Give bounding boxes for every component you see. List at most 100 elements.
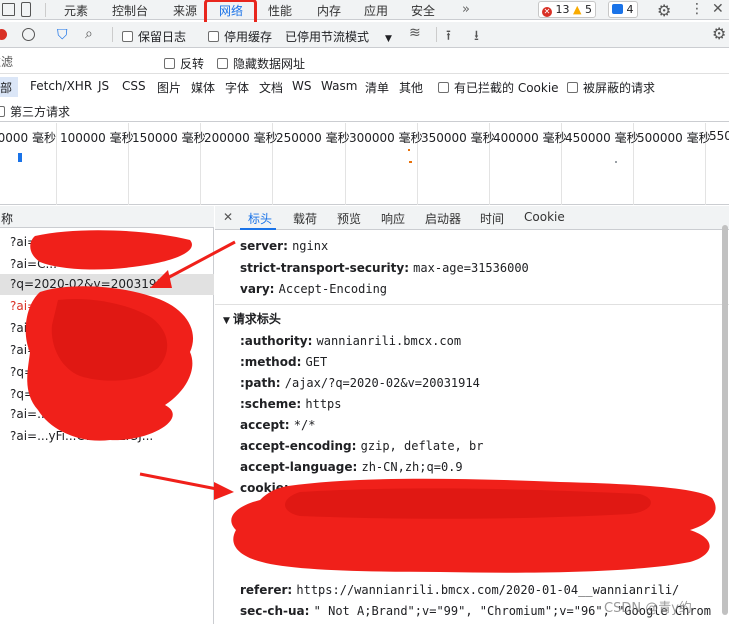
search-icon[interactable]: ⌕ bbox=[85, 26, 93, 42]
request-name: ?ai=... bbox=[10, 407, 49, 421]
request-row[interactable]: ?q=... bbox=[0, 384, 214, 405]
request-name: ?ai=C... bbox=[10, 299, 57, 313]
tab-sources[interactable]: 来源 bbox=[173, 2, 197, 19]
network-toolbar: ⛉ ⌕ 保留日志 停用缓存 已停用节流模式 ▼ ≋ ⭱ ⭳ ⚙ bbox=[0, 22, 729, 48]
record-icon[interactable] bbox=[0, 29, 7, 40]
request-header-row: cookie: bbox=[240, 481, 289, 495]
filter-input[interactable]: 过滤 bbox=[0, 53, 150, 71]
request-row[interactable]: ?ai=C... bbox=[0, 296, 214, 317]
tab-security[interactable]: 安全 bbox=[411, 2, 435, 19]
request-name: ?ai=...X2p... bbox=[10, 235, 84, 249]
tab-timing[interactable]: 时间 bbox=[480, 210, 504, 227]
type-filter-manifest[interactable]: 清单 bbox=[365, 79, 389, 96]
throttling-select[interactable]: 已停用节流模式 ▼ bbox=[285, 28, 392, 45]
timeline-gridline bbox=[56, 123, 57, 205]
type-filter-ws[interactable]: WS bbox=[292, 79, 311, 93]
inspect-element-icon[interactable] bbox=[2, 3, 15, 16]
third-party-checkbox[interactable]: 第三方请求 bbox=[0, 103, 70, 120]
clear-icon[interactable] bbox=[22, 28, 35, 41]
timeline-tick-label: 550 bbox=[709, 129, 729, 143]
tab-memory[interactable]: 内存 bbox=[317, 2, 341, 19]
request-row[interactable]: ?ai=C... bbox=[0, 254, 214, 275]
request-headers-section-toggle[interactable]: ▼ 请求标头 bbox=[223, 310, 281, 327]
error-count-badge[interactable]: ✕ 13 ▲ 5 bbox=[538, 1, 596, 18]
request-row[interactable]: ?ai=...X2p... bbox=[0, 232, 214, 253]
tab-initiator[interactable]: 启动器 bbox=[425, 210, 461, 227]
timeline-tick-label: 300000 毫秒 bbox=[349, 131, 423, 145]
tab-divider bbox=[45, 3, 46, 17]
request-name: ?ai=...yFi...Cwb8AEr3J... bbox=[10, 429, 154, 443]
type-filter-all[interactable]: 全部 bbox=[0, 79, 12, 96]
type-filter-js[interactable]: JS bbox=[98, 79, 109, 93]
type-filter-doc[interactable]: 文档 bbox=[259, 79, 283, 96]
blocked-cookies-label: 有已拦截的 Cookie bbox=[454, 81, 559, 95]
message-count-badge[interactable]: 4 bbox=[608, 1, 638, 18]
triangle-down-icon: ▼ bbox=[223, 316, 230, 326]
more-options-icon[interactable]: ⋮ bbox=[690, 1, 704, 17]
timeline-tick-label: 500000 毫秒 bbox=[637, 131, 711, 145]
tab-performance[interactable]: 性能 bbox=[268, 2, 292, 19]
type-filter-fetch-xhr[interactable]: Fetch/XHR bbox=[30, 79, 92, 93]
tab-response[interactable]: 响应 bbox=[381, 210, 405, 227]
request-header-row: accept-encoding: gzip, deflate, br bbox=[240, 439, 484, 453]
device-toolbar-icon[interactable] bbox=[21, 2, 31, 17]
details-tab-bar: ✕ 标头 载荷 预览 响应 启动器 时间 Cookie bbox=[215, 206, 729, 230]
network-settings-gear-icon[interactable]: ⚙ bbox=[712, 24, 726, 43]
throttling-label: 已停用节流模式 bbox=[285, 30, 370, 44]
request-name: ?ai=C... bbox=[10, 321, 57, 335]
request-row[interactable]: ?ai=...yFi...Cwb8AEr3J... bbox=[0, 426, 214, 447]
details-scrollbar[interactable] bbox=[722, 225, 728, 615]
request-row[interactable]: ?ai=...X2... bbox=[0, 340, 214, 361]
disable-cache-checkbox[interactable]: 停用缓存 bbox=[208, 28, 272, 45]
filter-icon[interactable]: ⛉ bbox=[57, 27, 68, 43]
type-filter-img[interactable]: 图片 bbox=[157, 79, 181, 96]
request-row[interactable]: ?q=2... bbox=[0, 362, 214, 383]
request-row[interactable]: ?ai=C... bbox=[0, 318, 214, 339]
preserve-log-checkbox[interactable]: 保留日志 bbox=[122, 28, 186, 45]
type-filter-font[interactable]: 字体 bbox=[225, 79, 249, 96]
blocked-cookies-checkbox[interactable]: 有已拦截的 Cookie bbox=[438, 79, 559, 96]
disable-cache-label: 停用缓存 bbox=[224, 30, 273, 44]
timeline-request-dot bbox=[409, 161, 412, 163]
request-row[interactable]: ?ai=... bbox=[0, 404, 214, 425]
more-tabs-icon[interactable]: » bbox=[462, 2, 470, 17]
close-details-icon[interactable]: ✕ bbox=[223, 210, 233, 224]
tab-cookies[interactable]: Cookie bbox=[524, 210, 565, 224]
export-har-icon[interactable]: ⭳ bbox=[474, 25, 479, 49]
section-divider bbox=[215, 304, 729, 305]
request-header-row: :path: /ajax/?q=2020-02&v=20031914 bbox=[240, 376, 480, 390]
timeline-request-bar bbox=[18, 153, 22, 162]
timeline-request-dot bbox=[408, 149, 410, 151]
filter-placeholder: 过滤 bbox=[0, 55, 14, 69]
tab-console[interactable]: 控制台 bbox=[112, 2, 148, 19]
warning-icon: ▲ bbox=[573, 3, 582, 16]
network-conditions-icon[interactable]: ≋ bbox=[409, 25, 421, 41]
request-list-header[interactable]: 名称 bbox=[0, 206, 214, 228]
tab-application[interactable]: 应用 bbox=[364, 2, 388, 19]
timeline-overview[interactable]: 50000 毫秒 100000 毫秒 150000 毫秒 200000 毫秒 2… bbox=[0, 123, 729, 205]
hide-data-urls-checkbox[interactable]: 隐藏数据网址 bbox=[217, 55, 305, 72]
tab-preview[interactable]: 预览 bbox=[337, 210, 361, 227]
type-filter-other[interactable]: 其他 bbox=[399, 79, 423, 96]
invert-checkbox[interactable]: 反转 bbox=[164, 55, 204, 72]
name-column-header: 名称 bbox=[0, 212, 14, 226]
tab-headers[interactable]: 标头 bbox=[248, 210, 272, 227]
tab-elements[interactable]: 元素 bbox=[64, 2, 88, 19]
tab-payload[interactable]: 载荷 bbox=[293, 210, 317, 227]
warning-count: 5 bbox=[584, 3, 592, 16]
import-har-icon[interactable]: ⭱ bbox=[446, 25, 451, 49]
settings-gear-icon[interactable]: ⚙ bbox=[657, 1, 671, 20]
response-header-row: strict-transport-security: max-age=31536… bbox=[240, 261, 529, 275]
blocked-requests-checkbox[interactable]: 被屏蔽的请求 bbox=[567, 79, 655, 96]
third-party-label: 第三方请求 bbox=[10, 105, 71, 119]
request-name: ?q=2... bbox=[10, 365, 54, 379]
type-filter-media[interactable]: 媒体 bbox=[191, 79, 215, 96]
error-count: 13 bbox=[555, 3, 570, 16]
request-header-row: :scheme: https bbox=[240, 397, 342, 411]
request-headers-title: 请求标头 bbox=[232, 312, 281, 326]
close-devtools-icon[interactable]: ✕ bbox=[712, 1, 724, 17]
message-count: 4 bbox=[626, 3, 634, 16]
request-row-selected[interactable]: ?q=2020-02&v=20031914 bbox=[0, 274, 214, 295]
type-filter-wasm[interactable]: Wasm bbox=[321, 79, 357, 93]
type-filter-css[interactable]: CSS bbox=[122, 79, 146, 93]
